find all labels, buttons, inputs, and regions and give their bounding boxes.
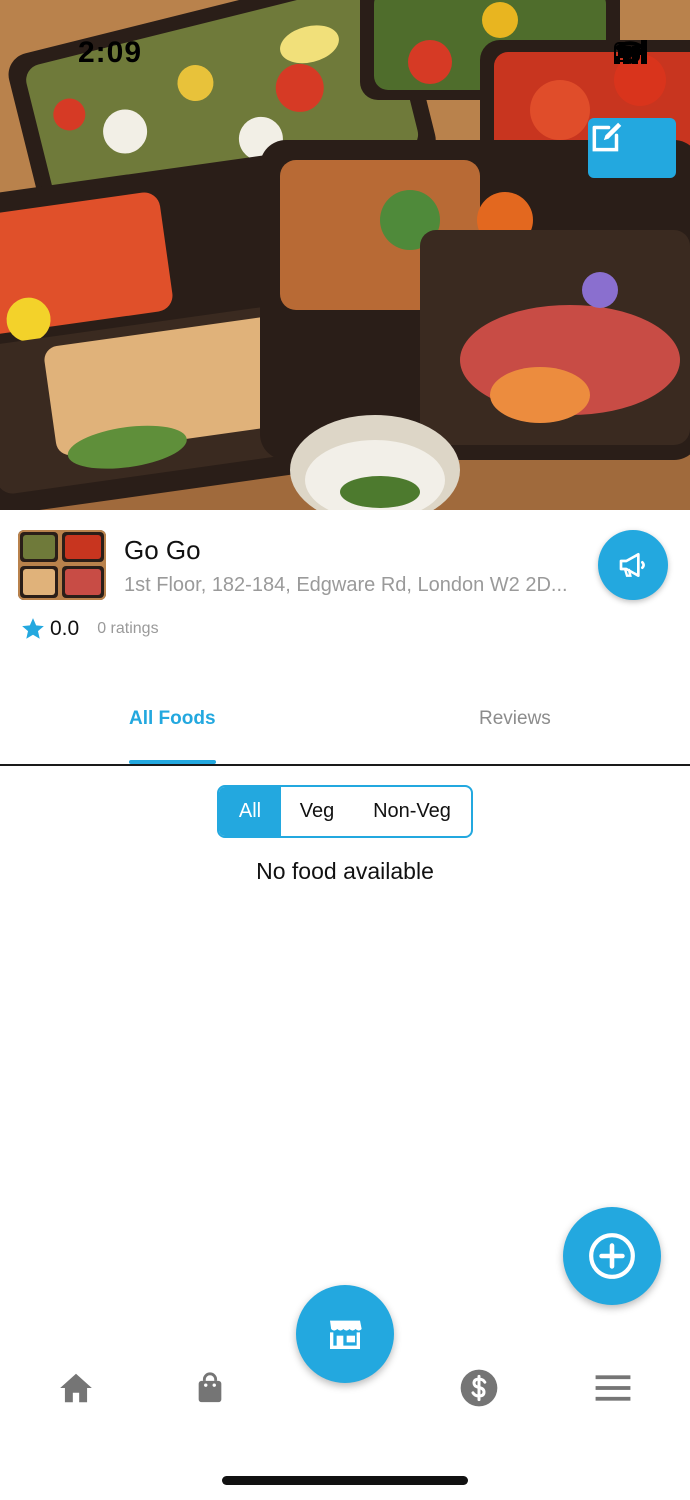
store-icon [330, 1320, 362, 1349]
rating-row: 0.0 0 ratings [20, 616, 159, 642]
tabs-divider [0, 764, 690, 766]
status-time: 2:09 [78, 36, 143, 69]
plus-circle-icon [589, 1233, 635, 1279]
nav-earnings[interactable] [459, 1368, 499, 1408]
filter-non-veg[interactable]: Non-Veg [353, 787, 471, 836]
star-icon [22, 618, 44, 639]
store-name: Go Go [124, 535, 201, 565]
edit-store-button[interactable] [588, 118, 676, 178]
store-banner-image: 2:09 [0, 0, 690, 510]
store-button[interactable] [296, 1285, 394, 1383]
add-food-button[interactable] [563, 1207, 661, 1305]
dollar-icon [460, 1369, 498, 1407]
tab-bar: All Foods Reviews [0, 688, 690, 766]
announcement-button[interactable] [598, 530, 668, 600]
status-bar: 2:09 [0, 0, 690, 100]
nav-orders[interactable] [190, 1368, 230, 1408]
battery-icon [614, 42, 643, 62]
shopping-bag-icon [198, 1372, 222, 1403]
home-indicator[interactable] [222, 1476, 468, 1485]
nav-menu[interactable] [593, 1368, 633, 1408]
menu-icon [595, 1375, 631, 1401]
store-thumbnail-image [18, 530, 106, 600]
filter-veg[interactable]: Veg [281, 787, 353, 836]
filter-all[interactable]: All [219, 787, 281, 836]
rating-count: 0 ratings [97, 620, 159, 637]
edit-icon [592, 122, 622, 152]
megaphone-icon [619, 553, 645, 577]
food-type-filter: All Veg Non-Veg [217, 785, 473, 838]
nav-home[interactable] [56, 1368, 96, 1408]
home-icon [60, 1373, 92, 1403]
tab-reviews[interactable]: Reviews [479, 708, 551, 730]
store-thumbnail [18, 530, 106, 600]
empty-state-message: No food available [256, 858, 434, 884]
store-address: 1st Floor, 182-184, Edgware Rd, London W… [124, 574, 568, 596]
rating-value: 0.0 [50, 617, 80, 640]
tab-all-foods[interactable]: All Foods [129, 708, 216, 730]
